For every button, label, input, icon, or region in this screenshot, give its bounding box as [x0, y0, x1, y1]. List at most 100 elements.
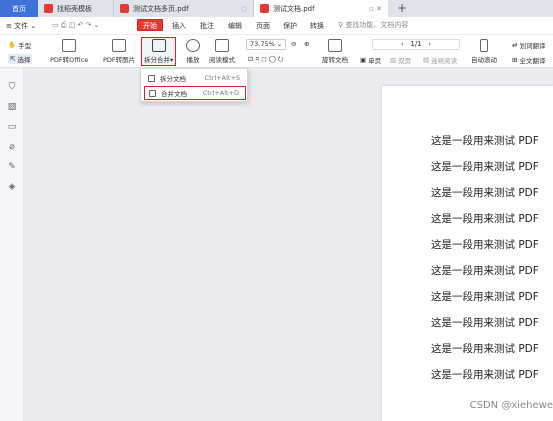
search-icon: ⚲	[338, 21, 344, 29]
read-mode-label: 阅读模式	[209, 56, 235, 64]
play-button[interactable]: 播放	[186, 39, 200, 64]
translate-icon: ⊞	[512, 56, 518, 64]
ribbon-toolbar: ✋ 手型 ⇱ 选择 PDF转Office PDF转图片 拆分合并▾ 播放 阅读模式 …	[0, 35, 553, 68]
merge-shortcut: Ctrl+Alt+D	[202, 89, 239, 97]
continuous-icon: ▤	[423, 56, 430, 64]
tab-insert[interactable]: 插入	[172, 20, 186, 32]
double-page-label: 双页	[398, 57, 412, 65]
tab-start[interactable]: 开始	[137, 19, 163, 31]
quick-access-icons[interactable]: ▭ ⎙ ◫ ↶ ↷ ⌄	[52, 21, 100, 30]
split-merge-dropdown: 拆分文档 Ctrl+Alt+S 合并文档 Ctrl+Alt+D	[140, 68, 248, 102]
tab-annotate[interactable]: 批注	[200, 20, 214, 32]
pdf-to-office-icon	[62, 39, 77, 52]
search-placeholder: 查找功能、文档内容	[345, 21, 409, 29]
single-page-label: 单页	[368, 57, 382, 65]
layers-icon[interactable]: ◈	[7, 182, 17, 192]
select-tool[interactable]: ⇱ 选择	[8, 54, 33, 64]
text-line: 这是一段用来测试 PDF	[431, 291, 539, 303]
split-merge-icon	[151, 39, 166, 52]
tab-template[interactable]: 找稻壳模板	[38, 0, 114, 17]
auto-scroll-label: 自动滚动	[471, 56, 497, 64]
thumbnail-icon[interactable]: ▨	[7, 102, 17, 112]
new-tab-button[interactable]: +	[397, 1, 407, 15]
translate-icon: ⇄	[512, 41, 518, 49]
tab-template-label: 找稻壳模板	[57, 4, 92, 13]
tab-edit[interactable]: 编辑	[228, 20, 242, 32]
menu-bar: ≡ 文件 ⌄ ▭ ⎙ ◫ ↶ ↷ ⌄ 开始 插入 批注 编辑 页面 保护 转换 …	[0, 17, 553, 35]
single-page-button[interactable]: ▣ 单页	[360, 55, 381, 65]
rotate-document-button[interactable]: 旋转文档	[322, 39, 348, 64]
merge-icon	[149, 89, 156, 97]
attachment-icon[interactable]: ⌀	[7, 142, 17, 152]
page-navigator[interactable]: ‹ 1/1 ›	[372, 39, 460, 50]
tab-home-label: 首页	[12, 4, 26, 13]
full-translate-label: 全文翻译	[519, 57, 546, 65]
text-line: 这是一段用来测试 PDF	[431, 239, 539, 251]
cursor-icon: ⇱	[10, 55, 16, 63]
tab-convert[interactable]: 转换	[310, 20, 324, 32]
search-input[interactable]: ⚲ 查找功能、文档内容	[338, 20, 408, 30]
left-sidebar: ⛉ ▨ ▭ ⌀ ✎ ◈	[0, 68, 24, 421]
hand-label: 手型	[18, 42, 32, 50]
play-icon	[186, 39, 200, 52]
pdf-page: 这是一段用来测试 PDF 这是一段用来测试 PDF 这是一段用来测试 PDF 这…	[382, 86, 553, 421]
pin-icon[interactable]: ◌	[241, 5, 247, 13]
double-page-icon: ▥	[390, 56, 397, 64]
read-mode-button[interactable]: 阅读模式	[209, 39, 235, 64]
text-line: 这是一段用来测试 PDF	[431, 369, 539, 381]
text-line: 这是一段用来测试 PDF	[431, 161, 539, 173]
continuous-label: 连续阅读	[431, 57, 458, 65]
book-icon	[215, 39, 229, 52]
split-shortcut: Ctrl+Alt+S	[204, 74, 240, 82]
signature-icon[interactable]: ✎	[7, 162, 17, 172]
text-line: 这是一段用来测试 PDF	[431, 343, 539, 355]
merge-document-item[interactable]: 合并文档 Ctrl+Alt+D	[144, 86, 246, 100]
hand-icon: ✋	[8, 41, 17, 49]
watermark: CSDN @xiehewe	[469, 400, 553, 411]
zoom-out-icon[interactable]: ⊖	[291, 40, 296, 48]
tab-protect[interactable]: 保护	[283, 20, 297, 32]
tab-page[interactable]: 页面	[256, 20, 270, 32]
comment-icon[interactable]: ▭	[7, 122, 17, 132]
pdf-to-image-button[interactable]: PDF转图片	[103, 39, 135, 64]
tab-bar: 首页 找稻壳模板 测试文档多页.pdf ◌ 测试文档.pdf ▫ ✕ +	[0, 0, 553, 17]
pdf-to-office-label: PDF转Office	[50, 56, 89, 64]
split-merge-label: 拆分合并	[144, 56, 170, 64]
pdf-icon	[120, 4, 129, 13]
select-label: 选择	[17, 56, 31, 64]
word-translate-button[interactable]: ⇄ 划词翻译	[512, 40, 545, 50]
text-line: 这是一段用来测试 PDF	[431, 213, 539, 225]
tab-home[interactable]: 首页	[0, 0, 38, 17]
hand-tool[interactable]: ✋ 手型	[8, 40, 31, 50]
split-merge-button[interactable]: 拆分合并▾	[141, 37, 177, 66]
zoom-value: 73.75%	[250, 40, 275, 48]
zoom-in-icon[interactable]: ⊕	[304, 40, 309, 48]
text-line: 这是一段用来测试 PDF	[431, 265, 539, 277]
split-document-label: 拆分文档	[160, 75, 186, 83]
split-icon	[148, 74, 155, 82]
tab-multipage-pdf[interactable]: 测试文档多页.pdf ◌	[114, 0, 254, 17]
view-tools-icons[interactable]: ⊡ ⌗ ◻ ◯ ⭮	[248, 55, 284, 66]
rotate-icon	[328, 39, 342, 52]
continuous-read-button[interactable]: ▤ 连续阅读	[423, 55, 457, 65]
auto-scroll-button[interactable]: 自动滚动	[471, 39, 497, 64]
wps-logo-icon	[44, 4, 53, 13]
text-line: 这是一段用来测试 PDF	[431, 187, 539, 199]
pdf-to-office-button[interactable]: PDF转Office	[50, 39, 88, 64]
rotate-label: 旋转文档	[322, 56, 348, 64]
zoom-select[interactable]: 73.75% ⌄	[246, 39, 286, 50]
split-document-item[interactable]: 拆分文档 Ctrl+Alt+S	[144, 71, 246, 85]
double-page-button[interactable]: ▥ 双页	[390, 55, 411, 65]
pdf-to-image-label: PDF转图片	[103, 56, 136, 64]
menu-file[interactable]: ≡ 文件 ⌄	[6, 20, 36, 32]
auto-scroll-icon	[480, 39, 488, 52]
merge-document-label: 合并文档	[161, 90, 187, 98]
full-translate-button[interactable]: ⊞ 全文翻译	[512, 55, 545, 65]
bookmark-icon[interactable]: ⛉	[7, 82, 17, 92]
tab-test-pdf[interactable]: 测试文档.pdf ▫ ✕	[254, 0, 388, 17]
text-line: 这是一段用来测试 PDF	[431, 317, 539, 329]
play-label: 播放	[186, 56, 200, 64]
close-icon[interactable]: ▫ ✕	[369, 5, 382, 13]
pdf-to-image-icon	[112, 39, 127, 52]
tab-multipage-pdf-label: 测试文档多页.pdf	[133, 4, 189, 13]
